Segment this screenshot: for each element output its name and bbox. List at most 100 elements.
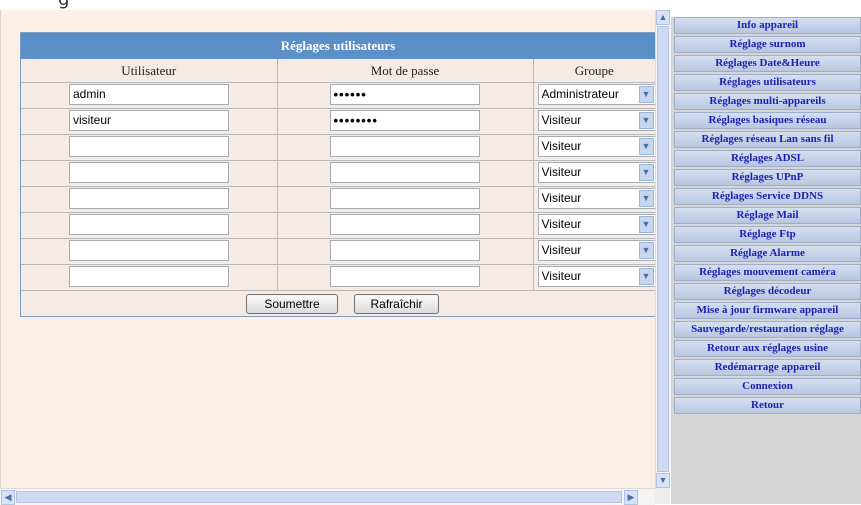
arrow-down-icon[interactable]: ▼ (656, 473, 670, 488)
vertical-scroll-thumb[interactable] (657, 26, 669, 472)
group-select[interactable]: Visiteur ▼ (537, 240, 656, 261)
password-field[interactable]: •••••• (329, 84, 480, 105)
group-select[interactable]: Visiteur ▼ (537, 266, 656, 287)
password-cell: •••••• (277, 82, 534, 109)
group-select[interactable]: Visiteur ▼ (537, 162, 656, 183)
menu-item[interactable]: Réglages utilisateurs (674, 74, 861, 91)
menu-item[interactable]: Réglages UPnP (674, 169, 861, 186)
menu-item[interactable]: Redémarrage appareil (674, 359, 861, 376)
group-select-value: Visiteur (541, 217, 582, 231)
column-header-user: Utilisateur (21, 59, 278, 83)
chevron-down-icon[interactable]: ▼ (638, 86, 654, 103)
group-cell: Visiteur ▼ (533, 264, 656, 291)
vertical-scrollbar[interactable]: ▲ ▼ (655, 10, 671, 488)
refresh-button[interactable]: Rafraîchir (354, 294, 439, 314)
user-cell (21, 134, 278, 161)
menu-item[interactable]: Réglages mouvement caméra (674, 264, 861, 281)
column-header-group: Groupe (533, 59, 655, 83)
table-header-row: Utilisateur Mot de passe Groupe (21, 59, 655, 83)
menu-item[interactable]: Réglages multi-appareils (674, 93, 861, 110)
content-area: Réglages utilisateurs Utilisateur Mot de… (0, 10, 656, 488)
column-header-password: Mot de passe (277, 59, 534, 83)
chevron-down-icon[interactable]: ▼ (638, 164, 654, 181)
menu-item[interactable]: Retour (674, 397, 861, 414)
password-field[interactable] (329, 136, 480, 157)
chevron-down-icon[interactable]: ▼ (638, 112, 654, 129)
table-row: Visiteur ▼ (21, 160, 656, 187)
username-field[interactable] (69, 266, 229, 287)
group-cell: Visiteur ▼ (533, 186, 656, 213)
chevron-down-icon[interactable]: ▼ (638, 242, 654, 259)
username-field[interactable] (69, 162, 229, 183)
menu-item[interactable]: Réglage surnom (674, 36, 861, 53)
username-field[interactable] (69, 240, 229, 261)
menu-item[interactable]: Réglages réseau Lan sans fil (674, 131, 861, 148)
menu-item[interactable]: Réglage Mail (674, 207, 861, 224)
group-select[interactable]: Visiteur ▼ (537, 214, 656, 235)
chevron-down-icon[interactable]: ▼ (638, 138, 654, 155)
menu-item[interactable]: Réglages basiques réseau (674, 112, 861, 129)
password-cell (277, 264, 534, 291)
arrow-left-icon[interactable]: ◀ (1, 490, 15, 505)
password-field[interactable] (329, 240, 480, 261)
window-title-bar: g (0, 0, 861, 10)
menu-item[interactable]: Réglage Alarme (674, 245, 861, 262)
menu-item[interactable]: Réglages décodeur (674, 283, 861, 300)
chevron-down-icon[interactable]: ▼ (638, 216, 654, 233)
table-row: Visiteur ▼ (21, 264, 656, 291)
username-field[interactable] (69, 214, 229, 235)
users-table: Utilisateur Mot de passe Groupe admin •••… (21, 59, 656, 291)
horizontal-scroll-thumb[interactable] (16, 491, 622, 503)
menu-item[interactable]: Info appareil (674, 17, 861, 34)
group-cell: Administrateur ▼ (533, 82, 656, 109)
password-field[interactable] (329, 162, 480, 183)
menu-item[interactable]: Sauvegarde/restauration réglage (674, 321, 861, 338)
username-field[interactable]: visiteur (69, 110, 229, 131)
password-cell (277, 238, 534, 265)
group-select[interactable]: Visiteur ▼ (537, 136, 656, 157)
horizontal-scrollbar[interactable]: ◀ ▶ (0, 488, 655, 505)
scrollbar-corner (655, 488, 670, 504)
password-field[interactable] (329, 214, 480, 235)
group-select-value: Visiteur (541, 139, 582, 153)
menu-item[interactable]: Connexion (674, 378, 861, 395)
user-cell: admin (21, 82, 278, 109)
window-title-fragment: g (58, 0, 69, 10)
user-cell: visiteur (21, 108, 278, 135)
password-field[interactable] (329, 188, 480, 209)
password-field[interactable] (329, 266, 480, 287)
password-cell (277, 160, 534, 187)
menu-item[interactable]: Retour aux réglages usine (674, 340, 861, 357)
group-select-value: Visiteur (541, 269, 582, 283)
group-select[interactable]: Administrateur ▼ (537, 84, 656, 105)
menu-item[interactable]: Réglages Service DDNS (674, 188, 861, 205)
group-cell: Visiteur ▼ (533, 134, 656, 161)
username-field[interactable] (69, 136, 229, 157)
arrow-right-icon[interactable]: ▶ (624, 490, 638, 505)
group-select-value: Visiteur (541, 243, 582, 257)
chevron-down-icon[interactable]: ▼ (638, 268, 654, 285)
group-select-value: Visiteur (541, 113, 582, 127)
menu-item[interactable]: Mise à jour firmware appareil (674, 302, 861, 319)
group-select-value: Administrateur (541, 87, 619, 101)
table-row: visiteur •••••••• Visiteur ▼ (21, 108, 656, 135)
user-cell (21, 160, 278, 187)
submit-button[interactable]: Soumettre (246, 294, 338, 314)
user-cell (21, 238, 278, 265)
group-select-value: Visiteur (541, 191, 582, 205)
menu-item[interactable]: Réglages ADSL (674, 150, 861, 167)
group-select[interactable]: Visiteur ▼ (537, 188, 656, 209)
username-field[interactable]: admin (69, 84, 229, 105)
table-row: Visiteur ▼ (21, 134, 656, 161)
password-field[interactable]: •••••••• (329, 110, 480, 131)
table-row: Visiteur ▼ (21, 238, 656, 265)
menu-item[interactable]: Réglage Ftp (674, 226, 861, 243)
arrow-up-icon[interactable]: ▲ (656, 10, 670, 25)
password-cell (277, 134, 534, 161)
group-select[interactable]: Visiteur ▼ (537, 110, 656, 131)
menu-item[interactable]: Réglages Date&Heure (674, 55, 861, 72)
group-select-value: Visiteur (541, 165, 582, 179)
password-cell (277, 212, 534, 239)
username-field[interactable] (69, 188, 229, 209)
chevron-down-icon[interactable]: ▼ (638, 190, 654, 207)
